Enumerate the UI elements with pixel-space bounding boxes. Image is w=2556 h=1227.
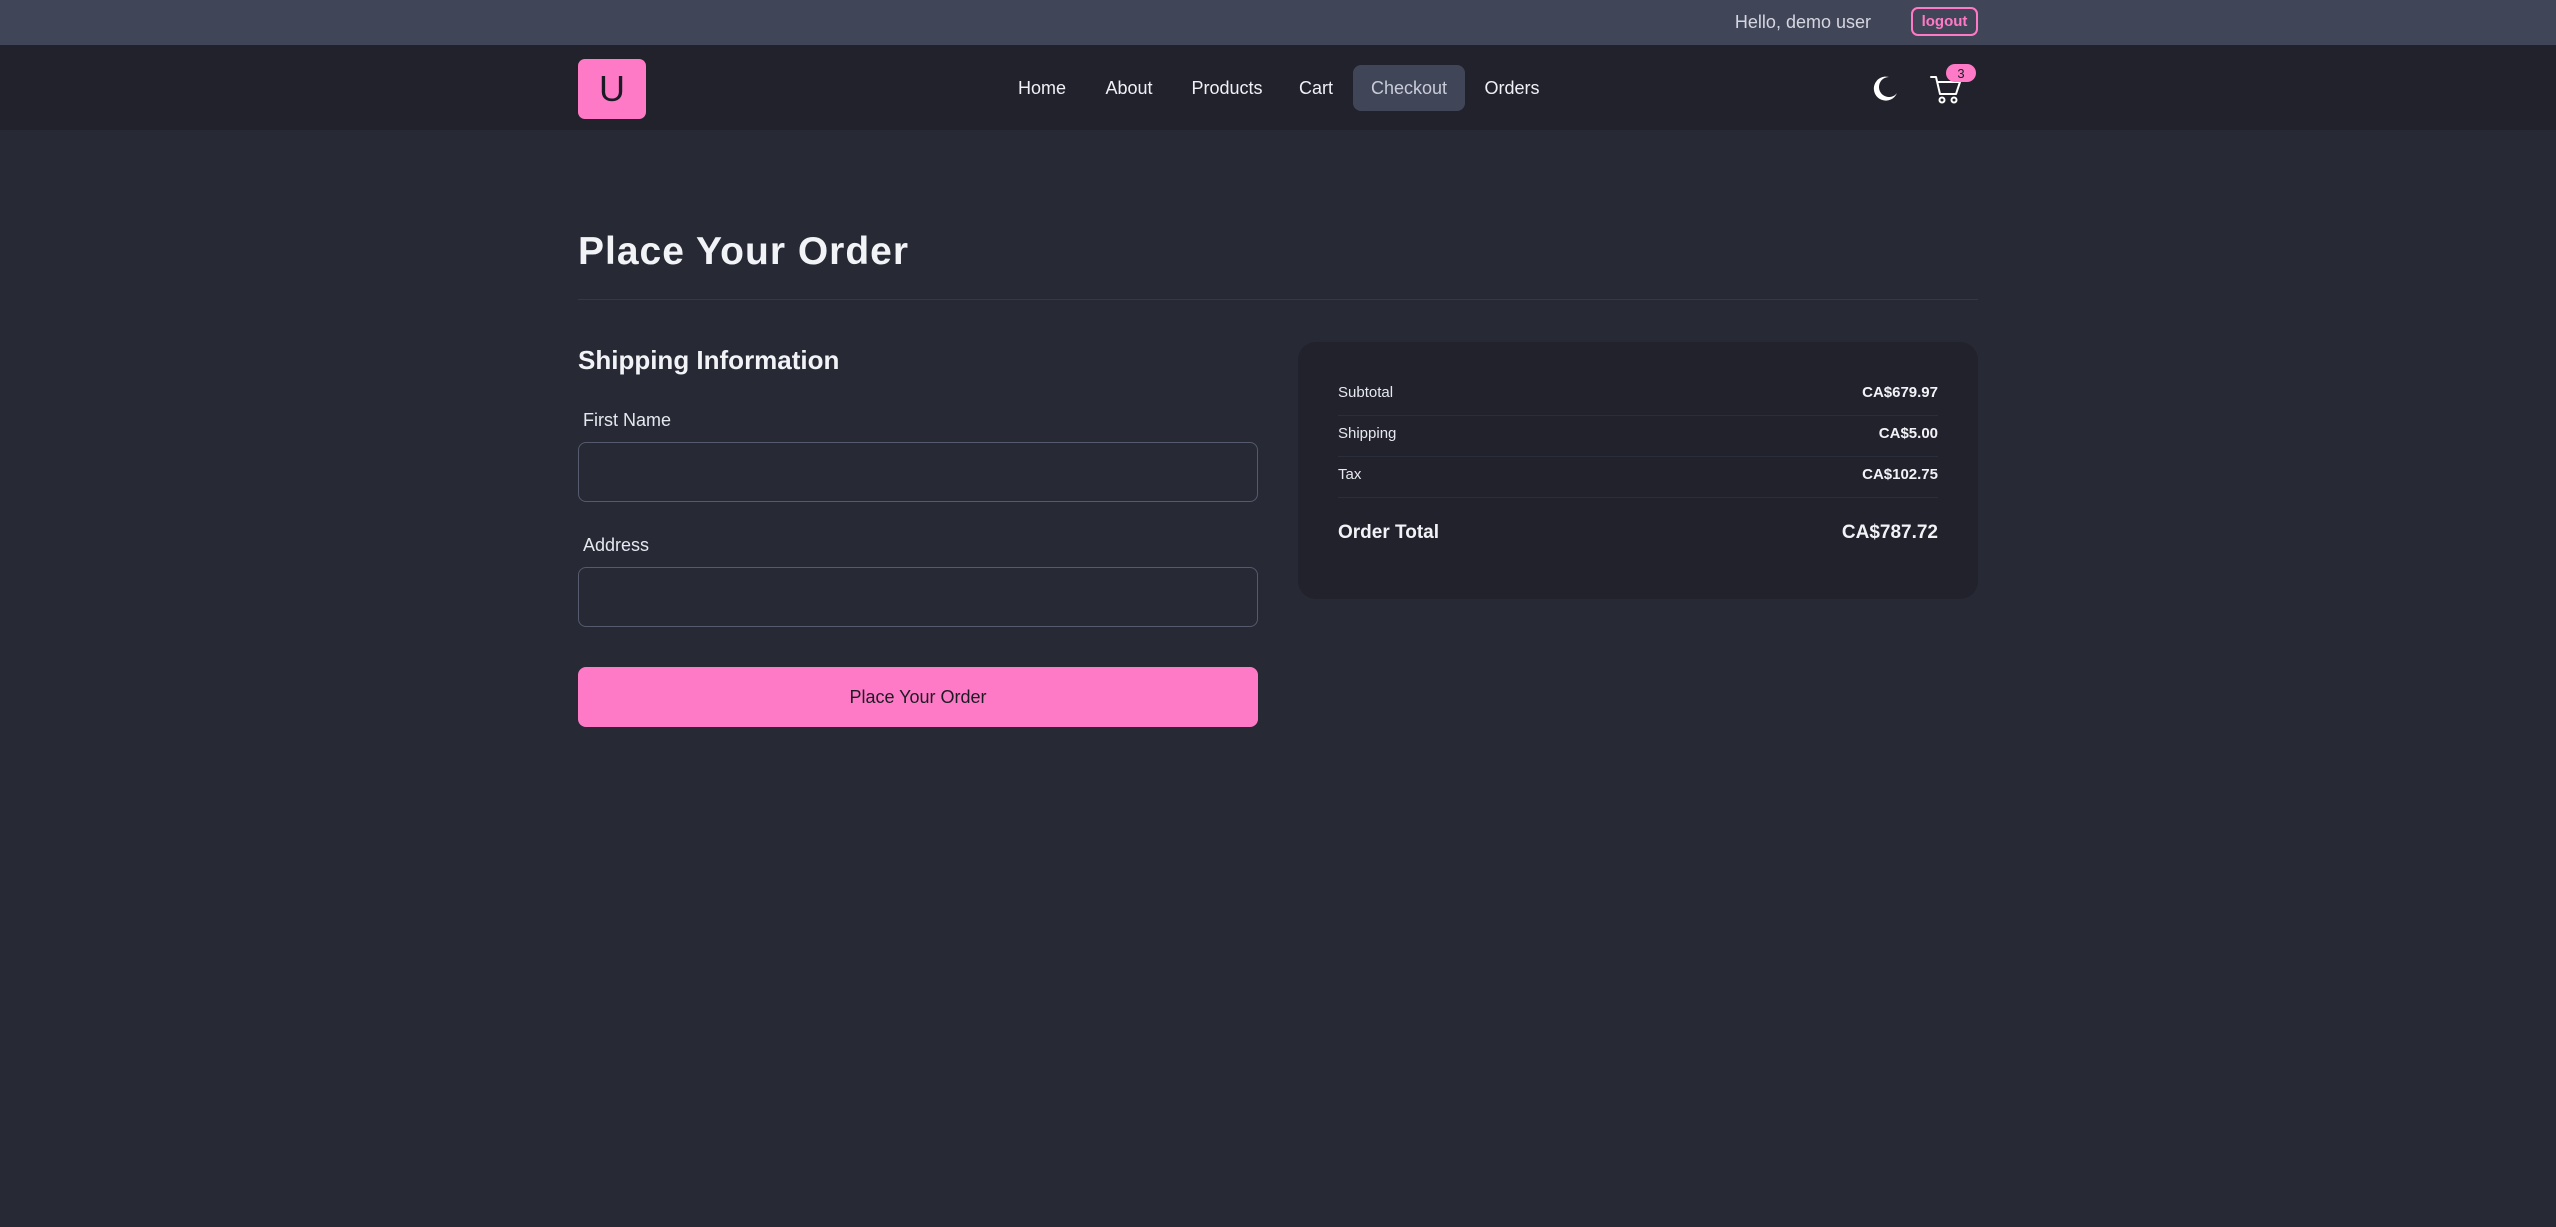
order-summary: Subtotal CA$679.97 Shipping CA$5.00 Tax … [1298,342,1978,599]
title-divider [578,299,1978,300]
nav-checkout[interactable]: Checkout [1353,65,1465,111]
nav-links: Home About Products Cart Checkout Orders [0,65,2556,111]
nav-home[interactable]: Home [1006,65,1078,111]
first-name-label: First Name [583,410,672,430]
address-input[interactable] [578,567,1258,627]
user-greeting: Hello, demo user [1734,12,1871,32]
order-total-label: Order Total [1338,522,1439,543]
nav-about[interactable]: About [1094,65,1164,111]
moon-icon[interactable] [1870,73,1900,103]
user-bar: Hello, demo user logout [0,0,2556,45]
nav-products[interactable]: Products [1181,65,1273,111]
order-total-value: CA$787.72 [1841,522,1938,543]
logout-button[interactable]: logout [1911,7,1978,36]
summary-value: CA$679.97 [1862,384,1938,401]
address-label: Address [583,535,650,555]
place-order-button[interactable]: Place Your Order [578,667,1258,727]
summary-row-tax: Tax CA$102.75 [1338,458,1938,498]
page-title: Place Your Order [578,230,910,273]
shipping-section-title: Shipping Information [578,345,840,375]
summary-row-subtotal: Subtotal CA$679.97 [1338,376,1938,416]
summary-row-shipping: Shipping CA$5.00 [1338,417,1938,457]
first-name-input[interactable] [578,442,1258,502]
summary-label: Subtotal [1338,384,1394,401]
summary-label: Shipping [1338,425,1397,442]
summary-value: CA$102.75 [1862,466,1938,483]
summary-label: Tax [1338,466,1362,483]
summary-value: CA$5.00 [1878,425,1938,442]
nav-cart[interactable]: Cart [1288,65,1344,111]
navbar: U Home About Products Cart Checkout Orde… [0,45,2556,130]
cart-count-badge: 3 [1946,64,1976,82]
nav-orders[interactable]: Orders [1477,65,1547,111]
